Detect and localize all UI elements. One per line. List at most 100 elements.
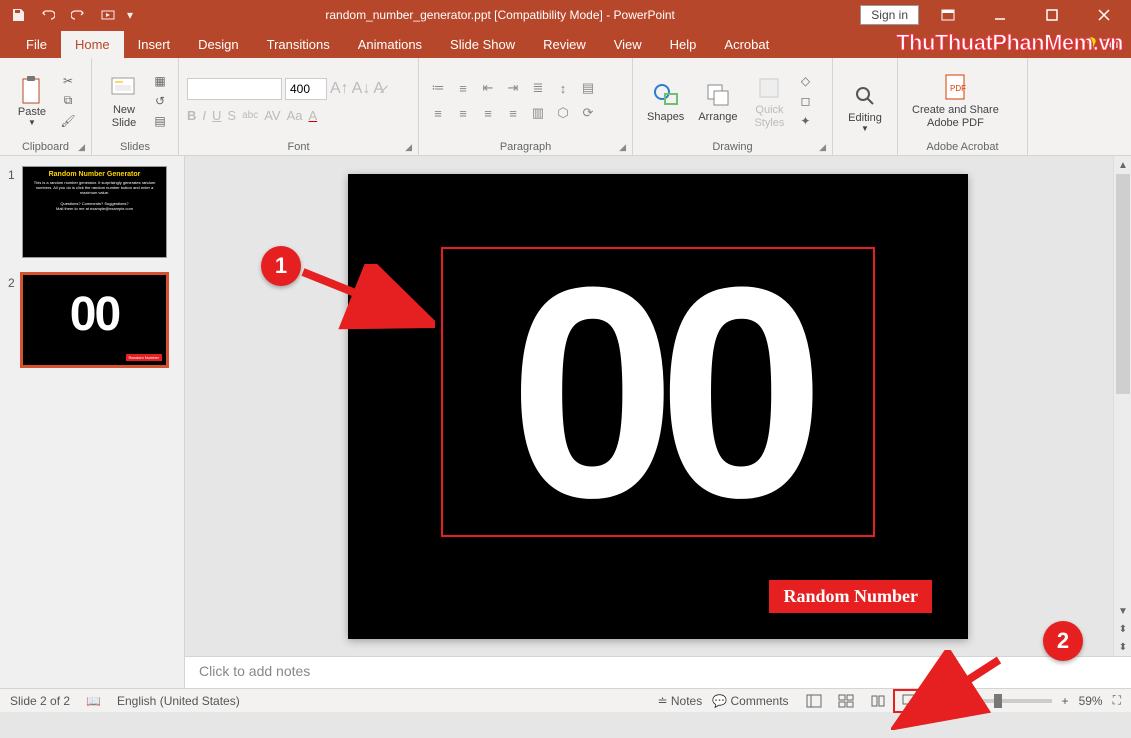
paste-button[interactable]: Paste ▼ (8, 70, 56, 131)
bullets-icon[interactable]: ≔ (427, 77, 449, 99)
dialog-launcher-icon[interactable]: ◢ (78, 142, 85, 153)
prev-slide-icon[interactable]: ⬍ (1114, 620, 1131, 638)
qat-dropdown-icon[interactable]: ▾ (124, 1, 136, 29)
maximize-button[interactable] (1029, 0, 1075, 30)
section-icon[interactable]: ▤ (150, 112, 170, 130)
tab-acrobat[interactable]: Acrobat (710, 31, 783, 58)
tab-insert[interactable]: Insert (124, 31, 185, 58)
create-pdf-button[interactable]: PDF Create and Share Adobe PDF (906, 68, 1005, 132)
shapes-button[interactable]: Shapes (641, 75, 690, 127)
annotation-arrow-1 (295, 264, 435, 334)
tab-view[interactable]: View (600, 31, 656, 58)
font-size-input[interactable] (285, 78, 327, 100)
tab-animations[interactable]: Animations (344, 31, 436, 58)
group-slides: New Slide ▦ ↺ ▤ Slides (92, 58, 179, 155)
zoom-in-button[interactable]: + (1062, 694, 1069, 708)
notes-toggle[interactable]: ≐ Notes (657, 694, 702, 708)
thumbnail-number: 2 (8, 274, 22, 366)
line-spacing-icon[interactable]: ≣ (527, 77, 549, 99)
thumbnail-1[interactable]: 1 Random Number Generator This is a rand… (8, 166, 176, 258)
scroll-up-icon[interactable]: ▲ (1114, 156, 1131, 174)
align-right-icon[interactable]: ≡ (477, 102, 499, 124)
ribbon-display-icon[interactable] (925, 0, 971, 30)
tab-help[interactable]: Help (656, 31, 711, 58)
align-text-icon[interactable]: ▤ (577, 77, 599, 99)
dialog-launcher-icon[interactable]: ◢ (405, 142, 412, 153)
language-indicator[interactable]: English (United States) (117, 694, 240, 708)
slide[interactable]: 00 Random Number (348, 174, 968, 639)
decrease-indent-icon[interactable]: ⇤ (477, 77, 499, 99)
cut-icon[interactable]: ✂ (58, 72, 78, 90)
save-icon[interactable] (4, 1, 32, 29)
pdf-icon: PDF (939, 72, 971, 104)
start-from-beginning-icon[interactable] (94, 1, 122, 29)
shape-fill-icon[interactable]: ◇ (795, 72, 815, 90)
layout-icon[interactable]: ▦ (150, 72, 170, 90)
fit-to-window-icon[interactable]: ⛶ (1113, 693, 1121, 708)
change-case-icon[interactable]: Aa (287, 108, 303, 123)
minimize-button[interactable] (977, 0, 1023, 30)
increase-indent-icon[interactable]: ⇥ (502, 77, 524, 99)
underline-button[interactable]: U (212, 108, 221, 123)
sign-in-button[interactable]: Sign in (860, 5, 919, 25)
vertical-scrollbar[interactable]: ▲ ▼ ⬍ ⬍ (1113, 156, 1131, 656)
font-name-input[interactable] (187, 78, 282, 100)
slide-sorter-icon[interactable] (831, 691, 861, 711)
clear-formatting-icon[interactable]: A̷ (373, 80, 384, 98)
comments-toggle[interactable]: 💬 Comments (712, 694, 788, 708)
arrange-button[interactable]: Arrange (692, 75, 743, 127)
dialog-launcher-icon[interactable]: ◢ (619, 142, 626, 153)
quick-styles-button[interactable]: Quick Styles (745, 68, 793, 132)
redo-icon[interactable] (64, 1, 92, 29)
justify-icon[interactable]: ≡ (502, 102, 524, 124)
tell-me-search[interactable]: 💡 Tell (1084, 37, 1121, 51)
copy-icon[interactable]: ⧉ (58, 92, 78, 110)
new-slide-icon (108, 72, 140, 104)
bold-button[interactable]: B (187, 108, 196, 123)
new-slide-button[interactable]: New Slide (100, 68, 148, 132)
increase-font-icon[interactable]: A↑ (330, 80, 349, 98)
strikethrough-button[interactable]: S (227, 108, 236, 123)
font-color-icon[interactable]: A (309, 108, 318, 123)
columns-icon[interactable]: ▥ (527, 102, 549, 124)
slide-counter[interactable]: Slide 2 of 2 (10, 694, 70, 708)
annotation-marker-2: 2 (1043, 621, 1083, 661)
shadow-button[interactable]: abc (242, 110, 258, 121)
decrease-font-icon[interactable]: A↓ (352, 80, 371, 98)
tab-slideshow[interactable]: Slide Show (436, 31, 529, 58)
char-spacing-icon[interactable]: AV (264, 108, 280, 123)
spell-check-icon[interactable]: 📖 (86, 694, 101, 708)
close-button[interactable] (1081, 0, 1127, 30)
dialog-launcher-icon[interactable]: ◢ (819, 142, 826, 153)
align-left-icon[interactable]: ≡ (427, 102, 449, 124)
italic-button[interactable]: I (202, 108, 206, 123)
reset-icon[interactable]: ↺ (150, 92, 170, 110)
undo-icon[interactable] (34, 1, 62, 29)
format-painter-icon[interactable]: 🖌 (58, 112, 78, 130)
tab-transitions[interactable]: Transitions (253, 31, 344, 58)
tab-design[interactable]: Design (184, 31, 252, 58)
scrollbar-thumb[interactable] (1116, 174, 1130, 394)
thumb2-button: Random Number (126, 354, 162, 361)
normal-view-icon[interactable] (799, 691, 829, 711)
slide-canvas-area[interactable]: 00 Random Number 1 2 ▲ ▼ ⬍ ⬍ (185, 156, 1131, 656)
shape-effects-icon[interactable]: ✦ (795, 112, 815, 130)
convert-icon[interactable]: ⟳ (577, 102, 599, 124)
thumbnail-2[interactable]: 2 00 Random Number (8, 274, 176, 366)
editing-button[interactable]: Editing ▼ (841, 76, 889, 137)
scroll-down-icon[interactable]: ▼ (1114, 602, 1131, 620)
reading-view-icon[interactable] (863, 691, 893, 711)
tab-home[interactable]: Home (61, 31, 124, 58)
thumb2-number: 00 (23, 275, 166, 355)
tab-review[interactable]: Review (529, 31, 600, 58)
shape-outline-icon[interactable]: ◻ (795, 92, 815, 110)
number-textbox[interactable]: 00 (441, 247, 875, 537)
smartart-icon[interactable]: ⬡ (552, 102, 574, 124)
numbering-icon[interactable]: ≡ (452, 77, 474, 99)
random-number-button[interactable]: Random Number (769, 580, 932, 613)
tab-file[interactable]: File (12, 31, 61, 58)
align-center-icon[interactable]: ≡ (452, 102, 474, 124)
text-direction-icon[interactable]: ↕ (552, 77, 574, 99)
next-slide-icon[interactable]: ⬍ (1114, 638, 1131, 656)
zoom-percent[interactable]: 59% (1079, 694, 1103, 708)
